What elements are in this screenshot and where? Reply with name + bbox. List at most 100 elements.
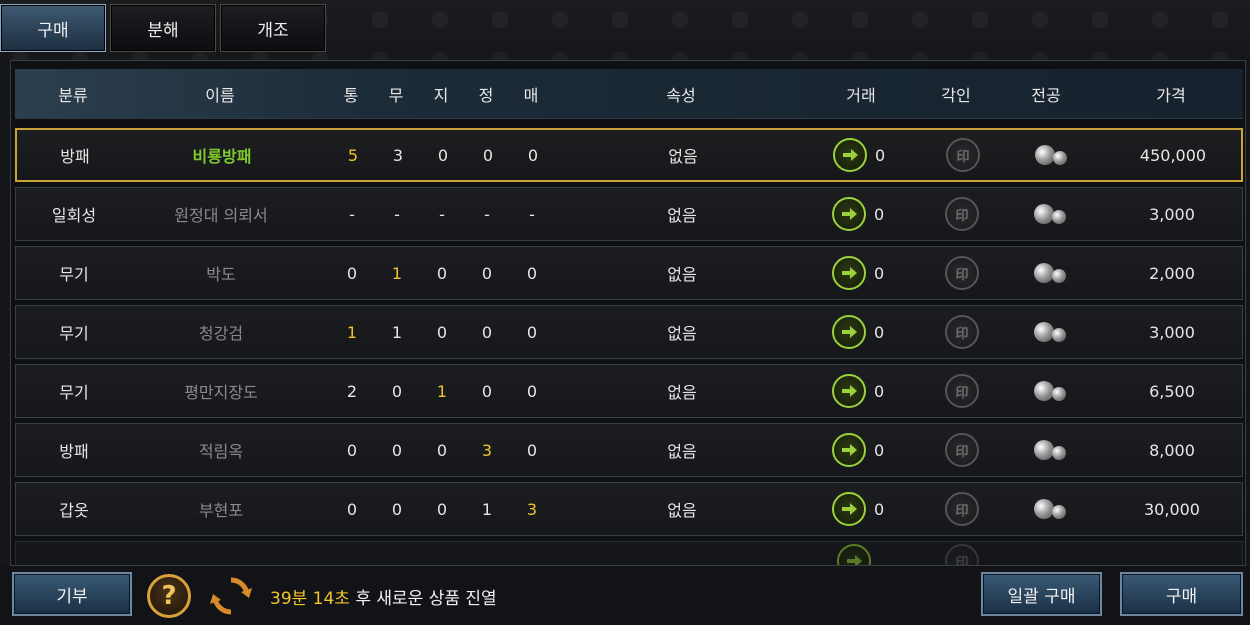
arrow-right-icon[interactable] [832, 492, 866, 526]
row-stat-2: - [394, 204, 400, 224]
row-stat-3: 0 [437, 145, 449, 165]
row-stat-4: 1 [481, 499, 493, 519]
row-price: 6,500 [1149, 381, 1195, 401]
buy-button[interactable]: 구매 [1120, 572, 1243, 616]
bulk-buy-button[interactable]: 일괄 구매 [981, 572, 1102, 616]
arrow-right-icon[interactable] [837, 544, 871, 565]
row-stat-1: 5 [347, 145, 359, 165]
seal-icon: 印 [945, 374, 979, 408]
arrow-right-icon[interactable] [832, 315, 866, 349]
row-price: 30,000 [1144, 499, 1200, 519]
row-category: 방패 [59, 442, 89, 461]
arrow-right-icon[interactable] [832, 197, 866, 231]
arrow-right-icon[interactable] [832, 256, 866, 290]
row-item-name: 평만지장도 [184, 383, 258, 402]
col-stat-4: 정 [478, 85, 494, 105]
row-trade: 0 [832, 424, 912, 476]
row-trade: 0 [832, 483, 912, 535]
col-category: 분류 [58, 85, 88, 105]
bead-icon [1032, 320, 1068, 344]
table-row[interactable]: 갑옷 부현포 0 0 0 1 3 없음 0 印 30,000 [15, 482, 1243, 536]
col-attribute: 속성 [666, 85, 696, 105]
tab-disassemble[interactable]: 분해 [110, 4, 216, 52]
seal-icon: 印 [945, 433, 979, 467]
col-stat-1: 통 [343, 85, 359, 105]
col-engrave: 각인 [941, 85, 971, 105]
row-item-name: 박도 [206, 265, 236, 284]
row-attribute: 없음 [667, 383, 697, 402]
table-row[interactable]: 방패 비룡방패 5 3 0 0 0 없음 0 印 450,000 [15, 128, 1243, 182]
row-category: 갑옷 [59, 501, 89, 520]
row-stat-4: 0 [481, 381, 493, 401]
bead-icon [1032, 438, 1068, 462]
row-stat-5: - [529, 204, 535, 224]
seal-icon: 印 [946, 138, 980, 172]
row-stat-5: 0 [526, 263, 538, 283]
col-price: 가격 [1156, 85, 1186, 105]
row-stat-4: - [484, 204, 490, 224]
seal-icon: 印 [945, 315, 979, 349]
table-row-partial[interactable]: 印 [15, 541, 1243, 565]
row-stat-2: 0 [391, 381, 403, 401]
row-stat-4: 0 [482, 145, 494, 165]
table-row[interactable]: 방패 적림옥 0 0 0 3 0 없음 0 印 8,000 [15, 423, 1243, 477]
arrow-right-icon[interactable] [832, 374, 866, 408]
refresh-icon[interactable] [208, 574, 254, 618]
row-stat-4: 0 [481, 263, 493, 283]
row-price: 3,000 [1149, 322, 1195, 342]
row-item-name: 적림옥 [198, 442, 244, 461]
row-engrave: 印 [941, 130, 985, 180]
bottom-bar: 기부 ? 39분 14초 후 새로운 상품 진열 일괄 구매 구매 [0, 566, 1250, 625]
col-special: 전공 [1031, 85, 1061, 105]
row-category: 무기 [59, 324, 89, 343]
row-price: 2,000 [1149, 263, 1195, 283]
tab-modify[interactable]: 개조 [220, 4, 326, 52]
row-engrave: 印 [940, 483, 984, 535]
row-engrave: 印 [940, 247, 984, 299]
row-stat-3: 0 [436, 499, 448, 519]
row-stat-4: 0 [481, 322, 493, 342]
col-stat-2: 무 [388, 85, 404, 105]
row-special [1028, 424, 1072, 476]
row-category: 방패 [60, 147, 90, 166]
row-trade-count: 0 [874, 440, 885, 460]
table-row[interactable]: 무기 평만지장도 2 0 1 0 0 없음 0 印 6,500 [15, 364, 1243, 418]
shop-table: 분류 이름 통 무 지 정 매 속성 거래 각인 전공 가격 방패 비룡방패 5 3 0… [10, 60, 1246, 566]
row-attribute: 없음 [668, 147, 698, 166]
row-category: 무기 [59, 265, 89, 284]
row-engrave: 印 [940, 306, 984, 358]
row-engrave: 印 [940, 188, 984, 240]
row-trade: 0 [833, 130, 913, 180]
row-stat-1: 0 [346, 499, 358, 519]
tab-buy[interactable]: 구매 [0, 4, 106, 52]
row-price: 450,000 [1139, 145, 1207, 165]
row-trade: 0 [832, 188, 912, 240]
row-stat-1: 2 [346, 381, 358, 401]
col-name: 이름 [205, 85, 235, 105]
row-stat-3: 0 [436, 322, 448, 342]
table-row[interactable]: 무기 박도 0 1 0 0 0 없음 0 印 2,000 [15, 246, 1243, 300]
row-engrave: 印 [940, 424, 984, 476]
seal-icon: 印 [945, 256, 979, 290]
row-attribute: 없음 [667, 206, 697, 225]
table-row[interactable]: 무기 청강검 1 1 0 0 0 없음 0 印 3,000 [15, 305, 1243, 359]
row-trade: 0 [832, 306, 912, 358]
bead-icon [1032, 202, 1068, 226]
row-stat-2: 1 [391, 322, 403, 342]
row-stat-5: 0 [526, 440, 538, 460]
help-icon[interactable]: ? [147, 574, 191, 618]
table-row[interactable]: 일회성 원정대 의뢰서 - - - - - 없음 0 印 3,000 [15, 187, 1243, 241]
row-stat-3: 1 [436, 381, 448, 401]
row-trade-count: 0 [874, 204, 885, 224]
row-stat-3: - [439, 204, 445, 224]
donate-button[interactable]: 기부 [12, 572, 132, 616]
seal-icon: 印 [945, 544, 979, 565]
row-trade: 0 [832, 247, 912, 299]
row-stat-4: 3 [481, 440, 493, 460]
arrow-right-icon[interactable] [832, 433, 866, 467]
restock-timer: 39분 14초 후 새로운 상품 진열 [270, 584, 497, 609]
arrow-right-icon[interactable] [833, 138, 867, 172]
row-stat-5: 0 [526, 381, 538, 401]
bead-icon [1033, 143, 1069, 167]
col-stat-3: 지 [433, 85, 449, 105]
